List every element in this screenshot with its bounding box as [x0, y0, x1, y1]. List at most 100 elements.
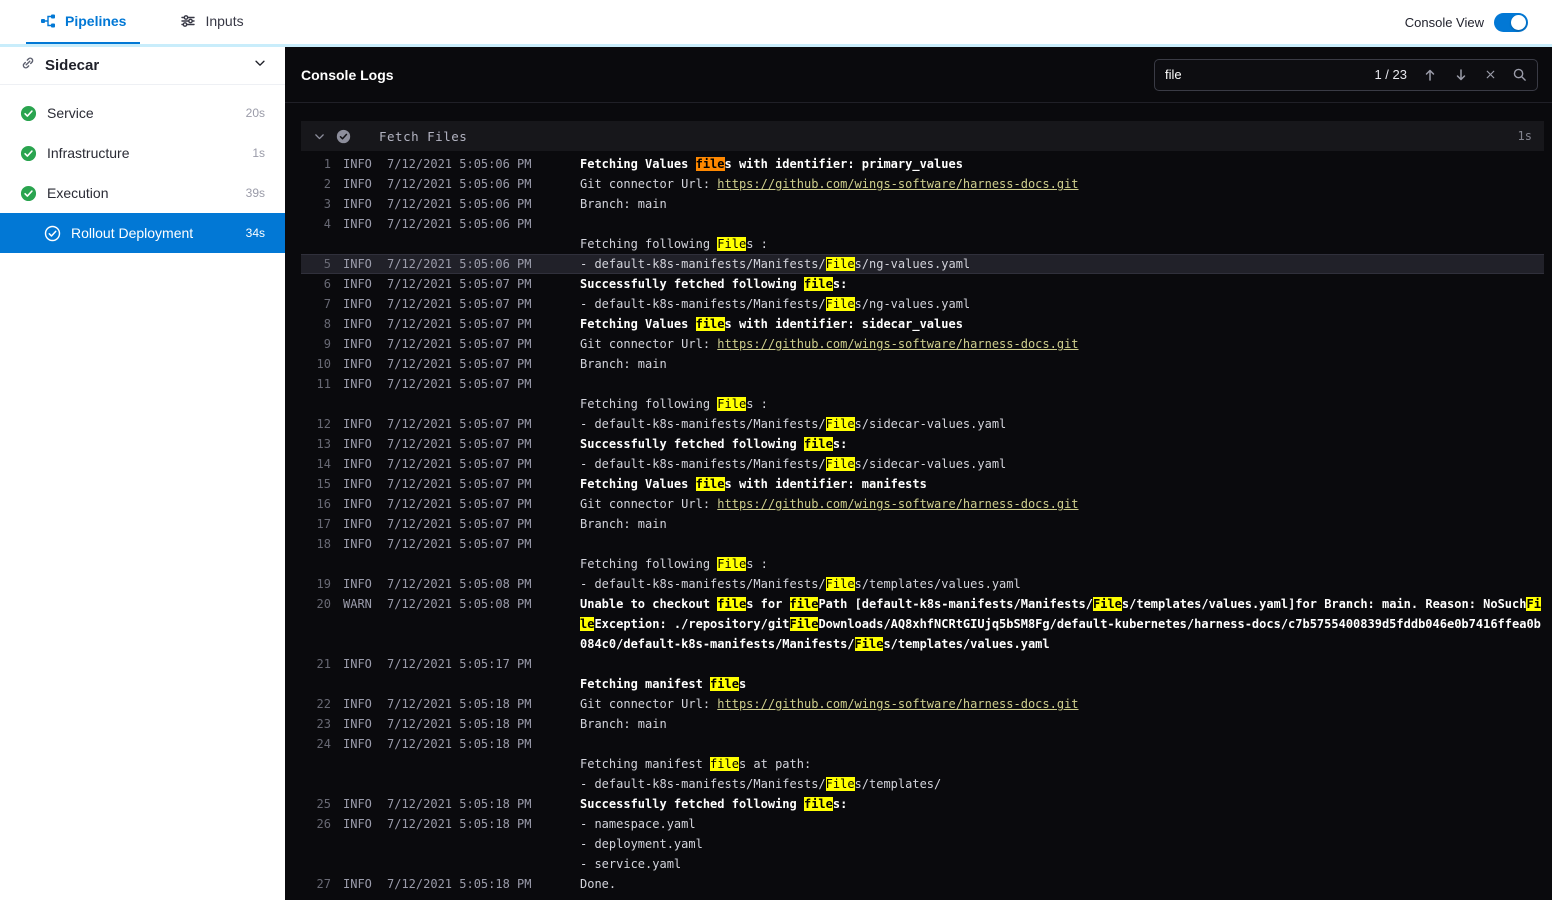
- log-row[interactable]: 14 INFO 7/12/2021 5:05:07 PM - default-k…: [301, 454, 1544, 474]
- log-message: Fetching following Files :: [580, 554, 1544, 574]
- log-row[interactable]: Fetching manifest files at path:: [301, 754, 1544, 774]
- log-line-number: 17: [316, 517, 331, 531]
- sidebar-step[interactable]: Service 20s: [0, 93, 285, 133]
- log-row[interactable]: 15 INFO 7/12/2021 5:05:07 PM Fetching Va…: [301, 474, 1544, 494]
- log-line-number: 1: [323, 157, 331, 171]
- search-match: File: [825, 257, 855, 271]
- log-row[interactable]: 4 INFO 7/12/2021 5:05:06 PM: [301, 214, 1544, 234]
- log-timestamp: 7/12/2021 5:05:06 PM: [387, 257, 532, 271]
- log-text: Successfully fetched following files:: [580, 797, 848, 811]
- log-timestamp: 7/12/2021 5:05:18 PM: [387, 737, 532, 751]
- tab-inputs-label: Inputs: [205, 13, 244, 29]
- log-line-number: [301, 394, 331, 414]
- log-message: Fetching Values files with identifier: s…: [580, 314, 1544, 334]
- log-row[interactable]: 5 INFO 7/12/2021 5:05:06 PM - default-k8…: [301, 254, 1544, 274]
- search-match: file: [717, 597, 747, 611]
- log-row[interactable]: 21 INFO 7/12/2021 5:05:17 PM: [301, 654, 1544, 674]
- log-text: Fetching following Files :: [580, 397, 768, 411]
- log-row[interactable]: 10 INFO 7/12/2021 5:05:07 PM Branch: mai…: [301, 354, 1544, 374]
- log-row[interactable]: - default-k8s-manifests/Manifests/Files/…: [301, 774, 1544, 794]
- search-match: file: [695, 477, 725, 491]
- log-timestamp: 7/12/2021 5:05:07 PM: [387, 497, 532, 511]
- log-link[interactable]: https://github.com/wings-software/harnes…: [717, 177, 1078, 191]
- log-message: Fetching manifest files at path:: [580, 754, 1544, 774]
- log-row[interactable]: 16 INFO 7/12/2021 5:05:07 PM Git connect…: [301, 494, 1544, 514]
- tab-inputs[interactable]: Inputs: [166, 0, 257, 44]
- log-row[interactable]: Fetching following Files :: [301, 234, 1544, 254]
- log-timestamp: [387, 554, 564, 574]
- sidebar-step-label: Service: [47, 105, 94, 121]
- log-row[interactable]: Fetching manifest files: [301, 674, 1544, 694]
- search-match: File: [717, 557, 747, 571]
- log-row[interactable]: 3 INFO 7/12/2021 5:05:06 PM Branch: main: [301, 194, 1544, 214]
- log-row[interactable]: 24 INFO 7/12/2021 5:05:18 PM: [301, 734, 1544, 754]
- log-level: [343, 754, 379, 774]
- log-row[interactable]: 19 INFO 7/12/2021 5:05:08 PM - default-k…: [301, 574, 1544, 594]
- search-match: File: [717, 237, 747, 251]
- next-match-icon[interactable]: [1453, 67, 1469, 83]
- log-level: INFO: [343, 177, 372, 191]
- chevron-down-icon[interactable]: [313, 130, 326, 143]
- log-row[interactable]: 2 INFO 7/12/2021 5:05:06 PM Git connecto…: [301, 174, 1544, 194]
- log-timestamp: [387, 774, 564, 794]
- log-text: Fetching manifest files: [580, 677, 747, 691]
- sidebar-step[interactable]: Rollout Deployment 34s: [0, 213, 285, 253]
- log-line-number: 22: [316, 697, 331, 711]
- log-level: INFO: [343, 357, 372, 371]
- log-row[interactable]: 23 INFO 7/12/2021 5:05:18 PM Branch: mai…: [301, 714, 1544, 734]
- tab-pipelines-label: Pipelines: [65, 13, 127, 29]
- log-row[interactable]: 12 INFO 7/12/2021 5:05:07 PM - default-k…: [301, 414, 1544, 434]
- log-row[interactable]: 1 INFO 7/12/2021 5:05:06 PM Fetching Val…: [301, 154, 1544, 174]
- sidebar-header[interactable]: Sidecar: [0, 47, 285, 85]
- log-text: Done.: [580, 877, 617, 891]
- log-row[interactable]: 27 INFO 7/12/2021 5:05:18 PM Done.: [301, 874, 1544, 894]
- log-row[interactable]: 25 INFO 7/12/2021 5:05:18 PM Successfull…: [301, 794, 1544, 814]
- log-row[interactable]: 6 INFO 7/12/2021 5:05:07 PM Successfully…: [301, 274, 1544, 294]
- search-match: File: [825, 777, 855, 791]
- sidebar-step[interactable]: Execution 39s: [0, 173, 285, 213]
- log-timestamp: 7/12/2021 5:05:07 PM: [387, 337, 532, 351]
- log-link[interactable]: https://github.com/wings-software/harnes…: [717, 337, 1078, 351]
- clear-search-icon[interactable]: [1484, 68, 1497, 81]
- log-line-number: 21: [316, 657, 331, 671]
- log-row[interactable]: 18 INFO 7/12/2021 5:05:07 PM: [301, 534, 1544, 554]
- step-success-icon: [20, 105, 37, 122]
- prev-match-icon[interactable]: [1422, 67, 1438, 83]
- log-row[interactable]: 20 WARN 7/12/2021 5:05:08 PM Unable to c…: [301, 594, 1544, 654]
- log-row[interactable]: 11 INFO 7/12/2021 5:05:07 PM: [301, 374, 1544, 394]
- log-row[interactable]: 13 INFO 7/12/2021 5:05:07 PM Successfull…: [301, 434, 1544, 454]
- log-timestamp: [387, 394, 564, 414]
- log-row[interactable]: 8 INFO 7/12/2021 5:05:07 PM Fetching Val…: [301, 314, 1544, 334]
- log-level: [343, 774, 379, 794]
- step-success-icon: [44, 225, 61, 242]
- console-view-toggle[interactable]: [1494, 12, 1528, 32]
- log-row[interactable]: 9 INFO 7/12/2021 5:05:07 PM Git connecto…: [301, 334, 1544, 354]
- search-input[interactable]: [1165, 67, 1360, 82]
- log-row[interactable]: - deployment.yaml: [301, 834, 1544, 854]
- log-link[interactable]: https://github.com/wings-software/harnes…: [717, 697, 1078, 711]
- log-search-box[interactable]: 1 / 23: [1154, 58, 1538, 91]
- log-message: Fetching following Files :: [580, 234, 1544, 254]
- chevron-down-icon[interactable]: [253, 56, 267, 75]
- log-message: [580, 374, 1544, 394]
- log-message: Fetching following Files :: [580, 394, 1544, 414]
- sidebar-step[interactable]: Infrastructure 1s: [0, 133, 285, 173]
- search-icon[interactable]: [1512, 67, 1527, 82]
- log-row[interactable]: 7 INFO 7/12/2021 5:05:07 PM - default-k8…: [301, 294, 1544, 314]
- log-row[interactable]: 17 INFO 7/12/2021 5:05:07 PM Branch: mai…: [301, 514, 1544, 534]
- log-row[interactable]: 26 INFO 7/12/2021 5:05:18 PM - namespace…: [301, 814, 1544, 834]
- log-level: INFO: [343, 337, 372, 351]
- log-row[interactable]: - service.yaml: [301, 854, 1544, 874]
- log-link[interactable]: https://github.com/wings-software/harnes…: [717, 497, 1078, 511]
- log-row[interactable]: Fetching following Files :: [301, 554, 1544, 574]
- sidebar-step-duration: 1s: [252, 146, 265, 160]
- tab-pipelines[interactable]: Pipelines: [26, 0, 141, 44]
- search-match: File: [825, 297, 855, 311]
- log-text: Fetching following Files :: [580, 237, 768, 251]
- log-row[interactable]: 22 INFO 7/12/2021 5:05:18 PM Git connect…: [301, 694, 1544, 714]
- log-text: - default-k8s-manifests/Manifests/Files/…: [580, 777, 942, 791]
- log-section-header[interactable]: Fetch Files 1s: [301, 121, 1544, 151]
- log-row[interactable]: Fetching following Files :: [301, 394, 1544, 414]
- log-text: - deployment.yaml: [580, 837, 703, 851]
- log-line-number: 23: [316, 717, 331, 731]
